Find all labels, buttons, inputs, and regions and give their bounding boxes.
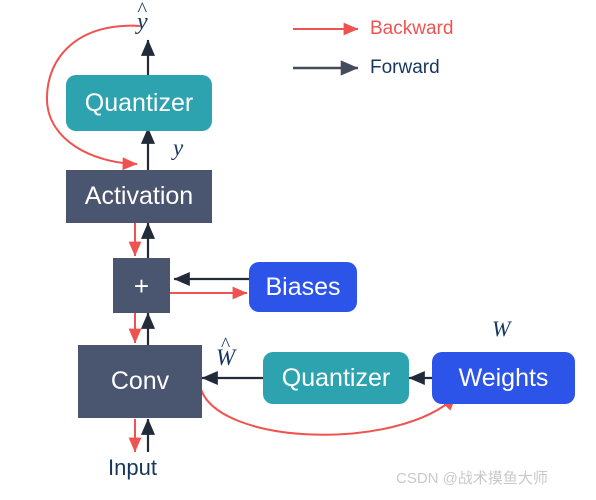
legend-item-forward: Forward bbox=[370, 57, 440, 79]
watermark: CSDN @战术摸鱼大师 bbox=[396, 470, 548, 487]
legend-label-text: Forward bbox=[370, 57, 440, 78]
node-label: Biases bbox=[265, 272, 341, 301]
label-w: W bbox=[492, 316, 510, 342]
label-y: y bbox=[173, 135, 183, 161]
label-symbol: W bbox=[492, 316, 511, 341]
node-label: Quantizer bbox=[84, 88, 194, 117]
legend-item-backward: Backward bbox=[370, 18, 453, 40]
io-label-text: Input bbox=[108, 455, 157, 480]
legend-label-text: Backward bbox=[370, 18, 454, 39]
hat-accent-icon: ^ bbox=[137, 0, 148, 21]
node-label: Conv bbox=[110, 367, 170, 395]
node-label: Quantizer bbox=[281, 363, 391, 392]
label-input: Input bbox=[108, 455, 157, 481]
node-biases[interactable]: Biases bbox=[249, 262, 357, 312]
node-adder[interactable]: + bbox=[113, 258, 170, 313]
node-quantizer-activation[interactable]: Quantizer bbox=[66, 75, 212, 131]
node-activation[interactable]: Activation bbox=[66, 170, 212, 223]
node-quantizer-weights[interactable]: Quantizer bbox=[263, 352, 409, 404]
diagram-canvas: Quantizer Activation + Biases Conv Quant… bbox=[0, 0, 596, 500]
label-w-hat: ^ W bbox=[216, 335, 235, 371]
node-label: + bbox=[133, 270, 150, 301]
node-label: Activation bbox=[84, 182, 194, 210]
node-weights[interactable]: Weights bbox=[432, 352, 575, 404]
label-y-hat: ^ y bbox=[137, 0, 148, 36]
label-symbol: y bbox=[173, 135, 184, 160]
node-label: Weights bbox=[458, 363, 549, 392]
hat-accent-icon: ^ bbox=[220, 335, 231, 357]
node-conv[interactable]: Conv bbox=[78, 345, 202, 418]
